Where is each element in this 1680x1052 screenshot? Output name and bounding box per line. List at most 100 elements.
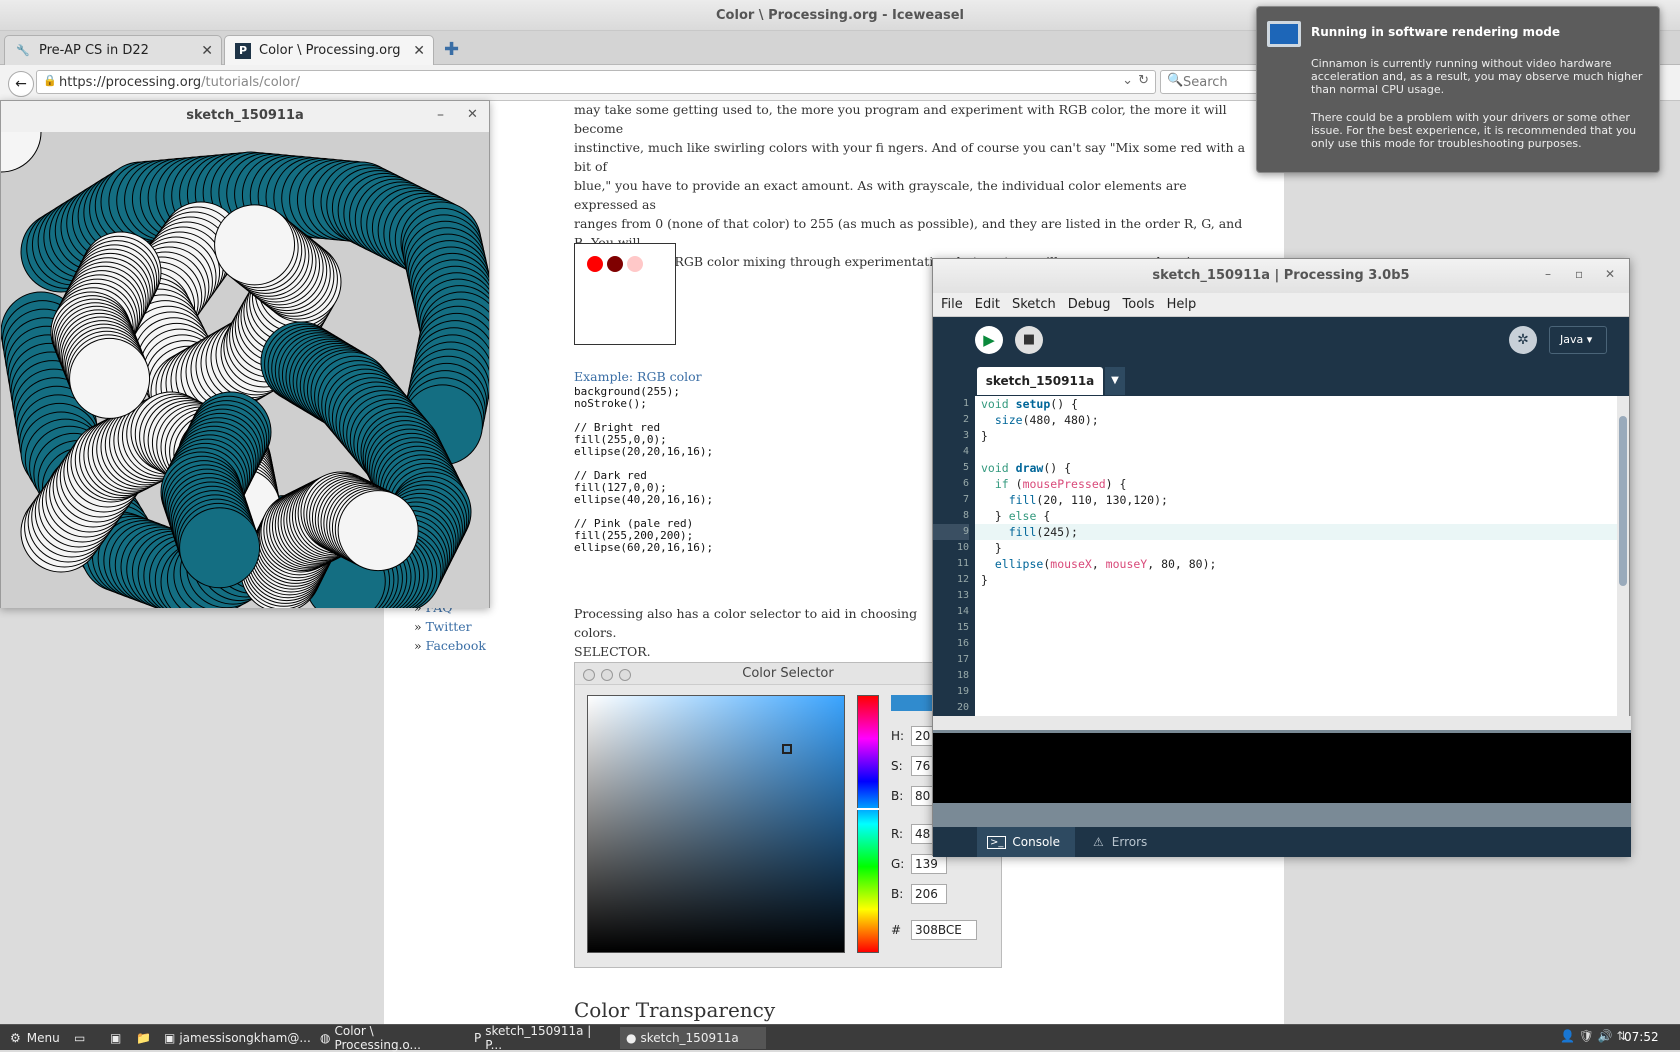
selector-paragraph: Processing also has a color selector to … [574, 604, 934, 661]
play-icon: ▶ [983, 331, 995, 349]
sketch-canvas[interactable] [1, 132, 489, 608]
software-rendering-notification[interactable]: Running in software rendering mode Cinna… [1256, 6, 1660, 173]
sketch-ellipse [69, 337, 151, 419]
files-launcher-icon[interactable]: 📁 [130, 1027, 157, 1049]
url-host: https://processing.org [59, 74, 202, 90]
gear-icon: ⚙ [10, 1031, 21, 1045]
close-icon[interactable]: ✕ [467, 107, 478, 122]
terminal-launcher-icon[interactable]: ▣ [104, 1027, 127, 1049]
example-link[interactable]: Example: RGB color [574, 369, 702, 384]
back-arrow-icon[interactable]: ← [8, 71, 34, 97]
stop-icon: ■ [1022, 332, 1036, 347]
saturation-brightness-field[interactable] [587, 695, 845, 953]
editor-vertical-scrollbar[interactable] [1617, 396, 1629, 716]
tab-label: Color \ Processing.org [259, 43, 401, 58]
reload-icon[interactable]: ↻ [1138, 73, 1149, 88]
sketch-icon: ● [626, 1031, 637, 1045]
scrollbar-thumb[interactable] [1619, 416, 1627, 586]
maximize-icon[interactable]: ▫ [1575, 267, 1583, 281]
hex-field[interactable]: 308BCE [911, 920, 977, 940]
sketch-output-window[interactable]: sketch_150911a – ✕ [0, 100, 490, 608]
line-number: 7 [962, 494, 969, 505]
console-gap [933, 803, 1631, 827]
line-number: 20 [956, 702, 969, 713]
sidebar-link-twitter[interactable]: Twitter [426, 619, 472, 634]
close-tab-icon[interactable]: ✕ [413, 43, 425, 59]
paragraph-line: instinctive, much like swirling colors w… [574, 140, 1246, 174]
code-line-current: fill(245); [975, 524, 1617, 540]
dropdown-arrow-icon[interactable]: ⌄ [1122, 73, 1133, 88]
minimize-icon[interactable]: – [1545, 267, 1551, 281]
processing-icon: P [474, 1031, 482, 1045]
start-menu-button[interactable]: ⚙ Menu [4, 1027, 66, 1049]
warning-icon: ⚠ [1093, 835, 1104, 849]
browser-window-title: Color \ Processing.org - Iceweasel [716, 8, 964, 23]
pink-dot [627, 256, 643, 272]
debugger-button[interactable]: ✲ [1509, 326, 1537, 354]
line-number: 13 [956, 590, 969, 601]
color-picker-marker[interactable] [782, 744, 792, 754]
saturation-label: S: [891, 759, 903, 773]
green-label: G: [891, 857, 905, 871]
mode-label: Java [1560, 333, 1584, 346]
ide-window-title: sketch_150911a | Processing 3.0b5 [933, 259, 1629, 293]
line-number: 15 [956, 622, 969, 633]
editor-horizontal-scrollbar[interactable] [933, 716, 1631, 730]
line-number: 17 [956, 654, 969, 665]
blue-field[interactable]: 206 [911, 884, 947, 904]
taskbar-item-browser[interactable]: ◍ Color \ Processing.o... [314, 1024, 462, 1052]
line-number: 19 [956, 686, 969, 697]
console-output[interactable] [933, 733, 1631, 803]
taskbar-item-label: sketch_150911a [640, 1031, 739, 1045]
line-number: 10 [956, 542, 969, 553]
system-tray-icons[interactable]: 👤 🛡 🔊 ⇅ [1560, 1029, 1627, 1043]
ide-menu-bar: File Edit Sketch Debug Tools Help [933, 293, 1629, 317]
line-number: 1 [962, 398, 969, 409]
menu-tools[interactable]: Tools [1123, 297, 1155, 312]
menu-debug[interactable]: Debug [1068, 297, 1111, 312]
stop-button[interactable]: ■ [1015, 326, 1043, 354]
code-editor[interactable]: void setup() { size(480, 480); } void dr… [975, 396, 1617, 716]
line-number: 4 [962, 446, 969, 457]
line-number: 6 [962, 478, 969, 489]
line-number: 14 [956, 606, 969, 617]
sketch-ellipse [179, 507, 261, 589]
line-number: 12 [956, 574, 969, 585]
code-line: } [981, 429, 988, 443]
menu-help[interactable]: Help [1167, 297, 1197, 312]
search-input[interactable]: 🔍 Search [1160, 70, 1260, 94]
hue-label: H: [891, 729, 905, 743]
sidebar-link-facebook[interactable]: Facebook [426, 638, 486, 653]
bright-red-dot [587, 256, 603, 272]
paragraph-line: ranges from 0 (none of that color) to 25… [574, 216, 1243, 250]
close-icon[interactable]: ✕ [1605, 267, 1615, 281]
run-button[interactable]: ▶ [975, 326, 1003, 354]
menu-file[interactable]: File [941, 297, 963, 312]
tab-sketch[interactable]: sketch_150911a [977, 367, 1103, 395]
mode-selector[interactable]: Java ▾ [1549, 326, 1607, 354]
tab-processing-color[interactable]: P Color \ Processing.org ✕ [224, 35, 434, 65]
green-field[interactable]: 139 [911, 854, 947, 874]
code-line: fill(20, 110, 130,120); [1008, 493, 1168, 507]
menu-edit[interactable]: Edit [975, 297, 1000, 312]
close-tab-icon[interactable]: ✕ [201, 43, 213, 59]
taskbar-item-ide[interactable]: Psketch_150911a | P... [468, 1024, 614, 1052]
url-bar[interactable]: 🔒 https://processing.org/tutorials/color… [36, 70, 1156, 94]
minimize-icon[interactable]: – [437, 107, 444, 123]
show-desktop-icon[interactable]: ▭ [68, 1027, 91, 1049]
code-line: void setup() { [981, 397, 1078, 411]
processing-ide-window: sketch_150911a | Processing 3.0b5 – ▫ ✕ … [932, 258, 1631, 857]
tab-console[interactable]: >_ Console [977, 827, 1075, 857]
tab-menu-arrow-icon[interactable]: ▼ [1105, 367, 1125, 395]
new-tab-icon[interactable]: ✚ [444, 39, 459, 60]
taskbar-item-sketch[interactable]: ● sketch_150911a [620, 1027, 766, 1049]
taskbar-item-terminal[interactable]: ▣ jamessisongkham@... [158, 1027, 311, 1049]
tab-errors[interactable]: ⚠ Errors [1085, 827, 1175, 857]
line-number: 8 [962, 510, 969, 521]
hue-slider-handle[interactable] [857, 808, 879, 810]
brightness-label: B: [891, 789, 904, 803]
clock: 07:52 [1624, 1030, 1659, 1044]
tab-pre-ap[interactable]: 🔧 Pre-AP CS in D22 ✕ [4, 35, 222, 65]
hue-slider[interactable] [857, 695, 879, 953]
menu-sketch[interactable]: Sketch [1012, 297, 1056, 312]
